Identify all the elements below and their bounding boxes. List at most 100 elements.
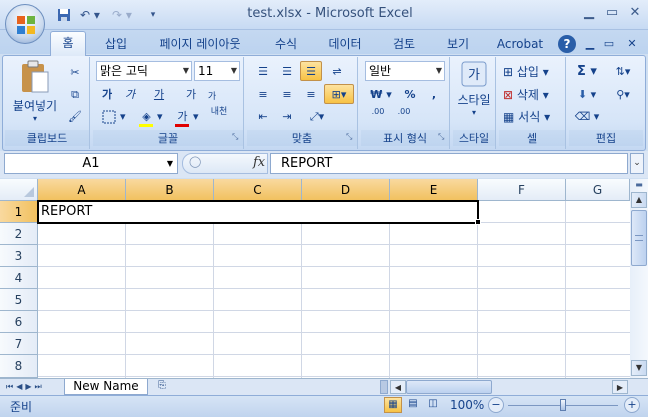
font-color-button[interactable]: 가 ▾ xyxy=(170,106,204,127)
merge-center-icon[interactable]: ⊞▾ xyxy=(324,84,354,104)
office-button[interactable] xyxy=(5,4,45,44)
normal-view-icon[interactable]: ▦ xyxy=(384,397,402,413)
column-header-a[interactable]: A xyxy=(38,179,126,201)
chevron-down-icon[interactable]: ▼ xyxy=(167,154,173,173)
row-header-7[interactable]: 7 xyxy=(0,333,38,355)
grow-font-button[interactable]: 가 xyxy=(182,84,200,104)
sheet-navigation-icons[interactable]: ⏮◀▶⏭ xyxy=(6,380,62,393)
align-center-icon[interactable]: ≡ xyxy=(276,84,298,104)
scroll-up-icon[interactable]: ▲ xyxy=(631,192,647,208)
help-icon[interactable]: ? xyxy=(558,35,576,53)
font-size-combo[interactable]: 11 ▼ xyxy=(194,61,240,81)
zoom-level[interactable]: 100% xyxy=(450,398,486,412)
align-middle-icon[interactable]: ☰ xyxy=(276,61,298,81)
format-painter-icon[interactable]: 🖌 xyxy=(64,106,86,126)
split-box-icon[interactable]: ▬ xyxy=(630,180,648,190)
wrap-text-icon[interactable]: ⇌ xyxy=(326,61,348,81)
row-header-3[interactable]: 3 xyxy=(0,245,38,267)
tab-review[interactable]: 검토 xyxy=(384,33,424,55)
ribbon-close-button[interactable]: ✕ xyxy=(624,33,640,55)
column-header-e[interactable]: E xyxy=(390,179,478,201)
zoom-in-icon[interactable]: + xyxy=(624,397,640,413)
row-header-1[interactable]: 1 xyxy=(0,201,38,223)
copy-icon[interactable]: ⧉ xyxy=(64,84,86,104)
find-select-button[interactable]: ⚲▾ xyxy=(606,84,640,104)
redo-icon[interactable]: ↷ ▾ xyxy=(108,6,136,24)
column-header-g[interactable]: G xyxy=(566,179,630,201)
row-header-2[interactable]: 2 xyxy=(0,223,38,245)
borders-button[interactable]: ▾ xyxy=(98,106,130,126)
number-format-combo[interactable]: 일반 ▼ xyxy=(365,61,445,81)
tab-view[interactable]: 보기 xyxy=(438,33,478,55)
zoom-out-icon[interactable]: − xyxy=(488,397,504,413)
column-header-f[interactable]: F xyxy=(478,179,566,201)
scroll-left-icon[interactable]: ◀ xyxy=(390,380,406,394)
phonetic-button[interactable]: 내천 xyxy=(208,106,230,126)
tab-home[interactable]: 홈 xyxy=(50,31,86,56)
align-bottom-icon[interactable]: ☰ xyxy=(300,61,322,81)
insert-cells-button[interactable]: ⊞ 삽입 ▾ xyxy=(502,61,562,81)
row-header-6[interactable]: 6 xyxy=(0,311,38,333)
ribbon-minimize-button[interactable]: ▁ xyxy=(582,33,598,55)
align-top-icon[interactable]: ☰ xyxy=(252,61,274,81)
expand-handle-icon[interactable]: ◯ xyxy=(189,155,201,168)
increase-indent-icon[interactable]: ⇥ xyxy=(276,106,298,126)
tab-page-layout[interactable]: 페이지 레이아웃 xyxy=(150,33,250,55)
page-layout-view-icon[interactable]: ▤ xyxy=(404,397,422,413)
vertical-scroll-thumb[interactable] xyxy=(631,210,647,266)
fill-button[interactable]: ⬇ ▾ xyxy=(572,84,602,104)
tab-acrobat[interactable]: Acrobat xyxy=(492,33,548,55)
styles-button[interactable]: 가 스타일 ▾ xyxy=(456,60,492,126)
align-right-icon[interactable]: ≡ xyxy=(300,84,322,104)
horizontal-scroll-thumb[interactable] xyxy=(406,380,492,394)
sort-filter-button[interactable]: ⇅▾ xyxy=(606,61,640,81)
dialog-launcher-icon[interactable]: ⤡ xyxy=(346,132,356,142)
row-header-4[interactable]: 4 xyxy=(0,267,38,289)
increase-decimal-button[interactable]: .00 xyxy=(366,106,390,126)
comma-button[interactable]: , xyxy=(424,84,444,104)
page-break-view-icon[interactable]: ◫ xyxy=(424,397,442,413)
decrease-indent-icon[interactable]: ⇤ xyxy=(252,106,274,126)
tab-insert[interactable]: 삽입 xyxy=(96,33,136,55)
expand-formula-icon[interactable]: ⌄ xyxy=(630,153,644,174)
orientation-icon[interactable]: ⤢▾ xyxy=(302,106,332,126)
fill-color-button[interactable]: ◈ ▾ xyxy=(136,106,166,127)
dialog-launcher-icon[interactable]: ⤡ xyxy=(232,132,242,142)
paste-button[interactable]: 붙여넣기 ▾ xyxy=(10,60,60,123)
column-header-c[interactable]: C xyxy=(214,179,302,201)
underline-button[interactable]: 가 xyxy=(146,84,172,104)
column-header-d[interactable]: D xyxy=(302,179,390,201)
name-box[interactable]: A1 ▼ xyxy=(4,153,178,174)
currency-button[interactable]: ₩ ▾ xyxy=(366,84,396,104)
cut-icon[interactable]: ✂ xyxy=(64,62,86,82)
tab-split-handle[interactable] xyxy=(380,380,388,394)
insert-sheet-icon[interactable]: ⎘ xyxy=(152,380,172,394)
maximize-button[interactable]: ▭ xyxy=(601,4,623,22)
autosum-button[interactable]: Σ ▾ xyxy=(572,61,602,81)
scroll-down-icon[interactable]: ▼ xyxy=(631,360,647,376)
clear-button[interactable]: ⌫ ▾ xyxy=(572,106,602,126)
dialog-launcher-icon[interactable]: ⤡ xyxy=(438,132,448,142)
zoom-slider-thumb[interactable] xyxy=(560,399,566,411)
fill-handle[interactable] xyxy=(475,219,481,225)
format-cells-button[interactable]: ▦ 서식 ▾ xyxy=(502,106,562,126)
vertical-scrollbar[interactable] xyxy=(630,179,648,378)
row-header-8[interactable]: 8 xyxy=(0,355,38,378)
font-name-combo[interactable]: 맑은 고딕 ▼ xyxy=(96,61,192,81)
percent-button[interactable]: % xyxy=(400,84,420,104)
delete-cells-button[interactable]: ⊠ 삭제 ▾ xyxy=(502,84,562,104)
sheet-tab-active[interactable]: New Name xyxy=(64,379,148,395)
tab-data[interactable]: 데이터 xyxy=(320,33,370,55)
formula-input[interactable]: REPORT xyxy=(270,153,628,174)
row-header-5[interactable]: 5 xyxy=(0,289,38,311)
decrease-decimal-button[interactable]: .00 xyxy=(392,106,416,126)
italic-button[interactable]: 가 xyxy=(120,84,140,104)
minimize-button[interactable]: ▁ xyxy=(578,4,600,22)
save-icon[interactable] xyxy=(55,6,73,24)
column-header-b[interactable]: B xyxy=(126,179,214,201)
close-button[interactable]: ✕ xyxy=(624,4,646,22)
scroll-right-icon[interactable]: ▶ xyxy=(612,380,628,394)
select-all-corner[interactable] xyxy=(0,179,38,201)
bold-button[interactable]: 가 xyxy=(98,84,116,104)
undo-icon[interactable]: ↶ ▾ xyxy=(76,6,104,24)
